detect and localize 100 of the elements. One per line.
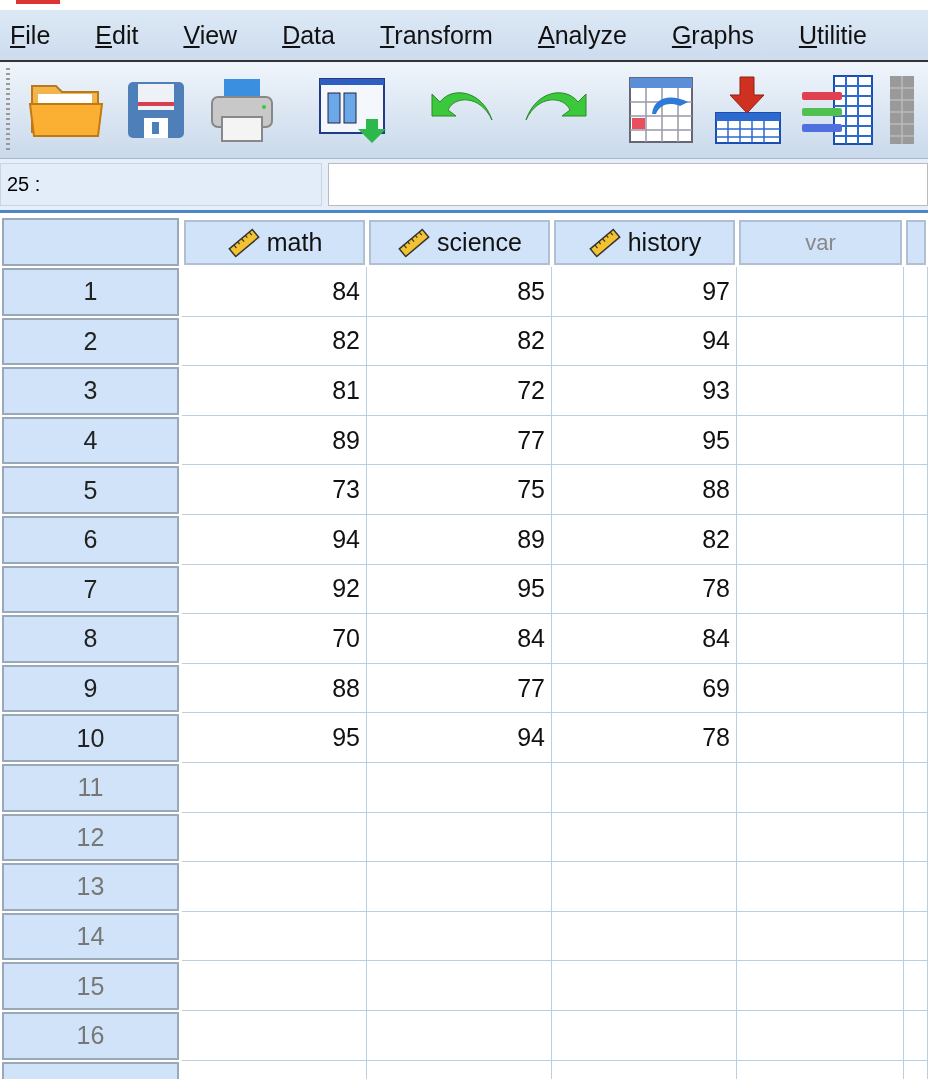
column-header[interactable]: science <box>369 220 550 265</box>
table-cell[interactable] <box>904 812 928 863</box>
corner-cell[interactable] <box>2 218 179 266</box>
table-icon[interactable] <box>888 74 914 146</box>
table-cell[interactable] <box>904 663 928 714</box>
row-header[interactable]: 3 <box>2 367 179 415</box>
menu-item[interactable]: Utilitie <box>798 20 867 50</box>
table-cell[interactable] <box>904 762 928 813</box>
table-cell[interactable] <box>904 911 928 962</box>
table-cell[interactable]: 95 <box>552 415 737 466</box>
table-cell[interactable] <box>737 1010 904 1061</box>
save-icon[interactable] <box>126 80 186 140</box>
table-cell[interactable] <box>737 514 904 565</box>
table-cell[interactable]: 84 <box>552 614 737 664</box>
row-header[interactable]: 2 <box>2 317 179 366</box>
table-cell[interactable] <box>737 564 904 615</box>
table-cell[interactable] <box>737 465 904 515</box>
row-header[interactable]: 5 <box>2 466 179 514</box>
menu-item[interactable]: Transform <box>379 20 493 50</box>
table-cell[interactable] <box>367 1010 552 1061</box>
column-header[interactable]: math <box>184 220 365 265</box>
table-cell[interactable] <box>737 267 904 317</box>
table-cell[interactable] <box>737 862 904 912</box>
table-cell[interactable] <box>182 1010 367 1061</box>
table-cell[interactable] <box>737 415 904 466</box>
table-cell[interactable]: 73 <box>182 465 367 515</box>
table-cell[interactable] <box>737 812 904 863</box>
menu-item[interactable]: Edit <box>95 20 139 50</box>
row-header[interactable]: 9 <box>2 664 179 713</box>
table-cell[interactable] <box>904 961 928 1011</box>
table-cell[interactable] <box>904 862 928 912</box>
table-down-arrow-icon[interactable] <box>714 75 782 145</box>
table-cell[interactable] <box>904 514 928 565</box>
table-cell[interactable]: 84 <box>182 267 367 317</box>
table-cell[interactable]: 92 <box>182 564 367 615</box>
table-cell[interactable] <box>552 812 737 863</box>
table-cell[interactable]: 94 <box>367 713 552 763</box>
column-header[interactable] <box>906 220 926 265</box>
table-cell[interactable]: 94 <box>552 316 737 367</box>
toolbar-grip[interactable] <box>6 68 10 152</box>
table-cell[interactable] <box>904 564 928 615</box>
table-cell[interactable]: 72 <box>367 366 552 416</box>
table-cell[interactable] <box>367 961 552 1011</box>
table-cell[interactable]: 82 <box>367 316 552 367</box>
table-cell[interactable]: 84 <box>367 614 552 664</box>
table-cell[interactable] <box>737 614 904 664</box>
table-cell[interactable] <box>552 762 737 813</box>
menu-item[interactable]: Data <box>282 20 335 50</box>
row-header[interactable]: 8 <box>2 615 179 663</box>
column-header[interactable]: history <box>554 220 735 265</box>
table-cell[interactable]: 95 <box>367 564 552 615</box>
table-cell[interactable] <box>737 316 904 367</box>
table-cell[interactable] <box>904 366 928 416</box>
menu-item[interactable]: File <box>10 20 51 50</box>
menu-item[interactable]: Graphs <box>671 20 754 50</box>
table-cell[interactable]: 69 <box>552 663 737 714</box>
table-cell[interactable] <box>904 1010 928 1061</box>
table-cell[interactable] <box>367 812 552 863</box>
menu-item[interactable]: View <box>183 20 238 50</box>
table-cell[interactable]: 94 <box>182 514 367 565</box>
table-cell[interactable] <box>737 762 904 813</box>
window-download-icon[interactable] <box>318 77 388 143</box>
table-cell[interactable]: 77 <box>367 415 552 466</box>
table-cell[interactable]: 78 <box>552 713 737 763</box>
table-cell[interactable] <box>552 911 737 962</box>
cell-editor-field[interactable] <box>328 163 928 206</box>
row-header[interactable]: 7 <box>2 565 179 614</box>
row-header[interactable]: 6 <box>2 515 179 564</box>
row-header[interactable]: 4 <box>2 416 179 465</box>
table-cell[interactable] <box>737 663 904 714</box>
table-cell[interactable] <box>182 812 367 863</box>
table-cell[interactable] <box>367 762 552 813</box>
row-header[interactable]: 10 <box>2 714 179 762</box>
table-cell[interactable] <box>904 614 928 664</box>
table-cell[interactable] <box>552 862 737 912</box>
table-cell[interactable]: 85 <box>367 267 552 317</box>
table-cell[interactable]: 82 <box>182 316 367 367</box>
table-cell[interactable]: 77 <box>367 663 552 714</box>
row-header[interactable]: 1 <box>2 268 179 316</box>
table-cell[interactable] <box>737 366 904 416</box>
table-cell[interactable]: 95 <box>182 713 367 763</box>
print-icon[interactable] <box>210 77 274 143</box>
table-cell[interactable] <box>182 762 367 813</box>
table-cell[interactable]: 88 <box>182 663 367 714</box>
table-cell[interactable] <box>737 961 904 1011</box>
table-cell[interactable]: 97 <box>552 267 737 317</box>
table-cell[interactable] <box>904 267 928 317</box>
table-cell[interactable]: 89 <box>182 415 367 466</box>
menu-item[interactable]: Analyze <box>537 20 627 50</box>
table-cell[interactable] <box>904 415 928 466</box>
table-cell[interactable]: 82 <box>552 514 737 565</box>
table-cell[interactable] <box>904 316 928 367</box>
table-cell[interactable]: 88 <box>552 465 737 515</box>
table-cell[interactable] <box>367 911 552 962</box>
table-cell[interactable] <box>182 911 367 962</box>
table-cell[interactable] <box>552 1010 737 1061</box>
table-cell[interactable] <box>737 911 904 962</box>
table-cell[interactable] <box>552 961 737 1011</box>
table-cell[interactable]: 89 <box>367 514 552 565</box>
table-cell[interactable] <box>182 961 367 1011</box>
